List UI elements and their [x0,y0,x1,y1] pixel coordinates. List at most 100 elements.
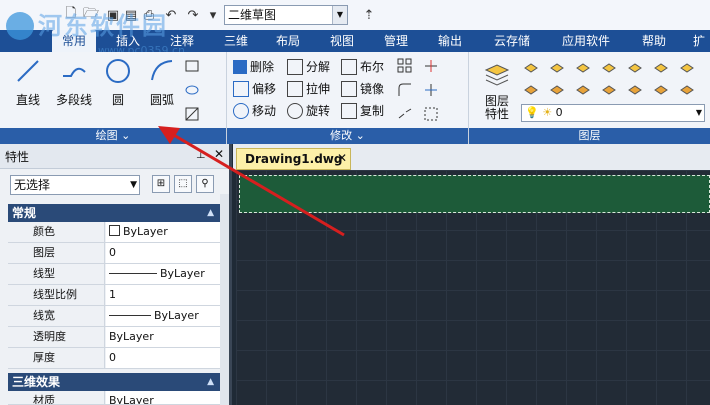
circle-button[interactable]: 圆 [96,56,140,108]
collapse-icon[interactable]: ▲ [207,204,214,222]
property-value[interactable]: ByLayer [106,264,220,284]
property-value[interactable]: 0 [106,243,220,263]
selection-select[interactable]: 无选择 ▼ [10,175,140,195]
polyline-button[interactable]: 多段线 [52,56,96,108]
layer-tool-icon[interactable] [523,60,539,76]
layer-tool-icon[interactable] [549,82,565,98]
arc-button[interactable]: 圆弧 [140,56,184,108]
tab-view[interactable]: 视图 [320,30,364,52]
layer-select[interactable]: 💡 ☀ 0 ▼ [521,104,705,122]
property-value[interactable]: 1 [106,285,220,305]
tab-output[interactable]: 输出 [428,30,472,52]
tab-extend[interactable]: 扩 [688,30,710,52]
property-key: 线型比例 [8,285,105,305]
layer-tool-icon[interactable] [523,82,539,98]
boolean-button[interactable]: 布尔 [341,58,384,76]
extend-icon[interactable] [423,82,439,98]
tab-layout[interactable]: 布局 [266,30,310,52]
mirror-button[interactable]: 镜像 [341,80,384,98]
copy-button[interactable]: 复制 [341,102,384,120]
toggle-pickadd-icon[interactable]: ⊞ [152,175,170,193]
offset-icon [233,81,249,97]
pin-icon[interactable]: ⊥ [196,148,206,161]
collapse-icon[interactable]: ▲ [207,373,214,391]
join-icon[interactable] [423,106,439,122]
layer-tool-icon[interactable] [627,60,643,76]
draw-panel-title-text: 绘图 [95,129,118,142]
layer-tool-icon[interactable] [653,82,669,98]
erase-button[interactable]: 删除 [233,58,274,76]
array-icon[interactable] [397,58,413,74]
chevron-down-icon[interactable]: ▼ [696,105,702,121]
modify-panel-title[interactable]: 修改 ⌄ [227,128,468,144]
layer-panel-title[interactable]: 图层 [469,128,710,144]
trim-icon[interactable] [423,58,439,74]
explode-label: 分解 [306,60,331,74]
chevron-down-icon[interactable]: ▼ [332,6,347,24]
property-value[interactable]: ByLayer [106,222,220,242]
property-row[interactable]: 材质 ByLayer [8,391,220,405]
property-key: 图层 [8,243,105,263]
layer-tool-icon[interactable] [575,82,591,98]
property-key: 线宽 [8,306,105,326]
ellipse-icon[interactable] [184,82,200,98]
layer-tool-icon[interactable] [679,60,695,76]
property-value[interactable]: ByLayer [106,327,220,347]
document-tab[interactable]: Drawing1.dwg [236,148,351,170]
move-button[interactable]: 移动 [233,102,276,120]
properties-title: 特性 [5,150,30,164]
redo-icon[interactable]: ↷ [184,6,202,24]
rotate-label: 旋转 [306,104,331,118]
rectangle-icon[interactable] [184,58,200,74]
workspace-select[interactable]: 二维草图 ▼ [224,5,348,25]
property-value[interactable]: 0 [106,348,220,368]
section-general[interactable]: 常规 ▲ [8,204,220,222]
layer-tool-icon[interactable] [627,82,643,98]
move-label: 移动 [252,104,277,118]
property-value[interactable]: ByLayer [106,391,220,404]
chevron-down-icon[interactable]: ▼ [130,176,137,194]
section-3d-effects[interactable]: 三维效果 ▲ [8,373,220,391]
layer-stack-icon [484,64,510,86]
select-objects-icon[interactable]: ⬚ [174,175,192,193]
property-value[interactable]: ByLayer [106,306,220,326]
property-row[interactable]: 线型比例 1 [8,285,220,306]
layer-tool-icon[interactable] [679,82,695,98]
fillet-icon[interactable] [397,82,413,98]
offset-button[interactable]: 偏移 [233,80,276,98]
explode-button[interactable]: 分解 [287,58,330,76]
close-icon[interactable]: ✕ [337,151,347,165]
draw-panel-title[interactable]: 绘图 ⌄ [0,128,226,144]
tab-apps[interactable]: 应用软件 [552,30,620,52]
properties-scrollbar[interactable] [220,194,229,405]
property-row[interactable]: 透明度 ByLayer [8,327,220,348]
stretch-button[interactable]: 拉伸 [287,80,330,98]
circle-label: 圆 [111,93,124,107]
customize-toolbar-icon[interactable]: ⇡ [360,6,378,24]
copy-icon [341,103,357,119]
layer-properties-button[interactable]: 图层 特性 [477,60,517,121]
hatch-icon[interactable] [184,106,200,122]
chevron-down-icon[interactable]: ▾ [204,6,222,24]
line-button[interactable]: 直线 [6,56,50,108]
tab-help[interactable]: 帮助 [632,30,676,52]
tab-manage[interactable]: 管理 [374,30,418,52]
close-icon[interactable]: ✕ [214,147,224,161]
break-icon[interactable] [397,106,413,122]
property-row[interactable]: 厚度 0 [8,348,220,369]
property-row[interactable]: 线宽 ByLayer [8,306,220,327]
layer-tool-icon[interactable] [549,60,565,76]
property-row[interactable]: 线型 ByLayer [8,264,220,285]
tab-3d[interactable]: 三维 [214,30,258,52]
layer-tool-icon[interactable] [601,82,617,98]
layer-tool-icon[interactable] [653,60,669,76]
offset-label: 偏移 [252,82,277,96]
property-row[interactable]: 颜色 ByLayer [8,222,220,243]
layer-tool-icon[interactable] [575,60,591,76]
section-3d-effects-title: 三维效果 [12,375,61,389]
rotate-button[interactable]: 旋转 [287,102,330,120]
layer-tool-icon[interactable] [601,60,617,76]
property-row[interactable]: 图层 0 [8,243,220,264]
quick-select-icon[interactable]: ⚲ [196,175,214,193]
tab-cloud-storage[interactable]: 云存储 [484,30,540,52]
